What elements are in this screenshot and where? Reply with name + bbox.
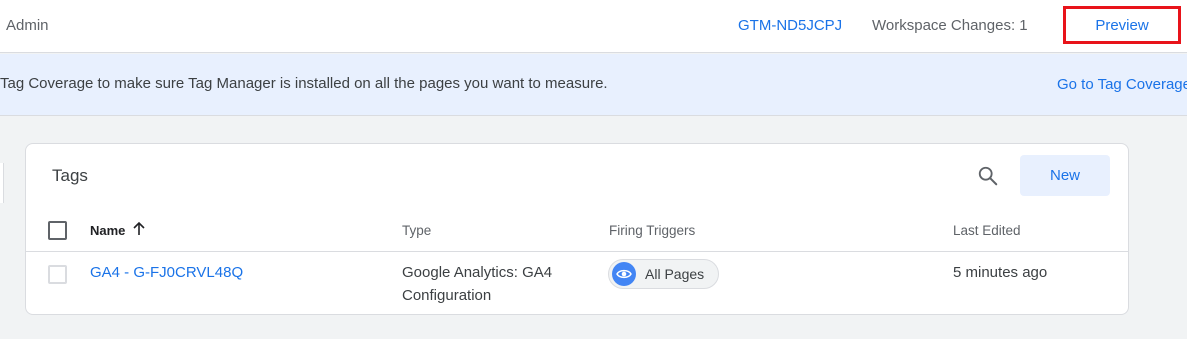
tags-card: Tags New Name Type Firing Triggers Last … (25, 143, 1129, 315)
tag-type: Google Analytics: GA4 Configuration (402, 264, 553, 304)
go-to-tag-coverage-link[interactable]: Go to Tag Coverage (1057, 76, 1187, 93)
column-header-last-edited: Last Edited (953, 223, 1021, 238)
trigger-chip[interactable]: All Pages (608, 259, 720, 289)
left-panel-edge (0, 163, 4, 203)
tag-name-link[interactable]: GA4 - G-FJ0CRVL48Q (90, 264, 243, 281)
new-tag-button[interactable]: New (1020, 155, 1110, 196)
top-bar: Admin GTM-ND5JCPJ Workspace Changes: 1 P… (0, 0, 1187, 53)
column-header-type: Type (402, 223, 432, 238)
card-title: Tags (52, 166, 88, 185)
arrow-up-icon[interactable] (132, 221, 146, 237)
container-id-link[interactable]: GTM-ND5JCPJ (738, 17, 842, 34)
search-icon[interactable] (977, 165, 999, 187)
eye-icon (612, 262, 636, 286)
last-edited-value: 5 minutes ago (953, 264, 1048, 281)
table-row: GA4 - G-FJ0CRVL48Q Google Analytics: GA4… (26, 252, 1128, 314)
workspace-changes: Workspace Changes: 1 (872, 17, 1028, 34)
column-header-name[interactable]: Name (90, 223, 125, 238)
admin-link[interactable]: Admin (6, 17, 49, 34)
preview-button[interactable]: Preview (1063, 6, 1181, 44)
tag-coverage-banner: Tag Coverage to make sure Tag Manager is… (0, 54, 1187, 116)
row-checkbox[interactable] (48, 265, 67, 284)
column-header-firing-triggers: Firing Triggers (609, 223, 696, 238)
table-header: Name Type Firing Triggers Last Edited (26, 212, 1128, 252)
select-all-checkbox[interactable] (48, 221, 67, 240)
trigger-label: All Pages (645, 266, 705, 282)
banner-message: Tag Coverage to make sure Tag Manager is… (0, 75, 608, 92)
